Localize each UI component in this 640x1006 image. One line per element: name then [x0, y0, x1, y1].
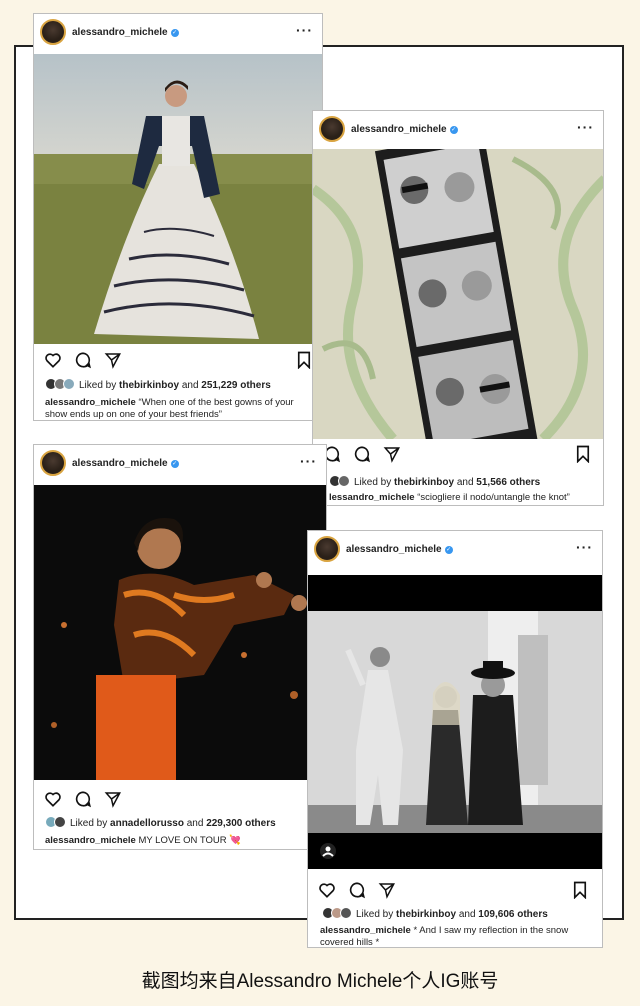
post-card-1: alessandro_michele ✓ ··· Liked by thebirk… — [33, 13, 323, 421]
share-icon[interactable] — [383, 445, 401, 463]
post-photo[interactable] — [313, 132, 603, 467]
more-options-icon[interactable]: ··· — [300, 453, 317, 469]
username[interactable]: alessandro_michele ✓ — [72, 458, 179, 469]
bookmark-icon[interactable] — [575, 445, 591, 463]
action-bar — [308, 878, 602, 904]
likes-count[interactable]: 229,300 others — [206, 818, 276, 829]
avatar[interactable] — [40, 450, 66, 476]
likes-count[interactable]: 251,229 others — [201, 380, 271, 391]
caption-username[interactable]: lessandro_michele — [329, 492, 415, 503]
post-card-4: alessandro_michele ✓ ··· Liked by thebir… — [307, 530, 603, 948]
more-options-icon[interactable]: ··· — [577, 119, 594, 135]
comment-icon[interactable] — [74, 790, 92, 808]
verified-badge-icon: ✓ — [449, 126, 458, 134]
liked-by-user[interactable]: thebirkinboy — [394, 477, 454, 488]
post-header: alessandro_michele ✓ ··· — [313, 111, 603, 149]
liker-avatars — [329, 475, 350, 490]
likes-line: Liked by thebirkinboy and 109,606 others — [322, 907, 548, 922]
likes-line: Liked by thebirkinboy and 251,229 others — [45, 378, 271, 393]
likes-line: Liked by annadellorusso and 229,300 othe… — [45, 816, 276, 831]
caption-username[interactable]: alessandro_michele — [320, 925, 411, 936]
heart-icon[interactable] — [44, 351, 62, 369]
comment-icon[interactable] — [348, 881, 366, 899]
avatar[interactable] — [40, 19, 66, 45]
heart-icon[interactable] — [44, 790, 62, 808]
liked-by-user[interactable]: thebirkinboy — [119, 380, 179, 391]
liked-by-user[interactable]: annadellorusso — [110, 818, 184, 829]
share-icon[interactable] — [104, 790, 122, 808]
caption-username[interactable]: alessandro_michele — [45, 835, 136, 846]
comment-icon[interactable] — [353, 445, 371, 463]
post-header: alessandro_michele ✓ ··· — [34, 14, 322, 52]
page: { "posts": [ { "username": "alessandro_m… — [0, 0, 640, 1006]
avatar[interactable] — [319, 116, 345, 142]
more-options-icon[interactable]: ··· — [576, 539, 593, 555]
post-header: alessandro_michele ✓ ··· — [34, 445, 326, 483]
caption-username[interactable]: alessandro_michele — [45, 397, 136, 408]
post-caption: alessandro_michele MY LOVE ON TOUR 💘 — [45, 835, 242, 846]
post-photo[interactable] — [34, 54, 322, 344]
post-photo[interactable] — [308, 575, 602, 869]
post-caption: alessandro_michele “When one of the best… — [45, 397, 294, 420]
comment-icon[interactable] — [74, 351, 92, 369]
post-header: alessandro_michele ✓ ··· — [308, 531, 602, 569]
action-bar — [313, 442, 603, 468]
heart-icon[interactable] — [318, 881, 336, 899]
action-bar — [34, 348, 322, 374]
likes-count[interactable]: 109,606 others — [478, 909, 548, 920]
likes-line: Liked by thebirkinboy and 51,566 others — [329, 475, 540, 490]
liker-avatars — [45, 378, 75, 393]
avatar[interactable] — [314, 536, 340, 562]
post-card-3: alessandro_michele ✓ ··· Liked by annadel… — [33, 444, 327, 850]
liker-avatars — [45, 816, 66, 831]
post-caption: lessandro_michele “sciogliere il nodo/un… — [329, 492, 570, 503]
likes-count[interactable]: 51,566 others — [476, 477, 540, 488]
action-bar — [34, 787, 326, 813]
liked-by-user[interactable]: thebirkinboy — [396, 909, 456, 920]
footer-caption: 截图均来自Alessandro Michele个人IG账号 — [141, 971, 499, 992]
verified-badge-icon: ✓ — [444, 546, 453, 554]
username[interactable]: alessandro_michele ✓ — [351, 124, 458, 135]
post-photo[interactable] — [34, 485, 326, 780]
share-icon[interactable] — [378, 881, 396, 899]
more-options-icon[interactable]: ··· — [296, 22, 313, 38]
bookmark-icon[interactable] — [572, 881, 588, 899]
liker-avatars — [322, 907, 352, 922]
post-caption: alessandro_michele * And I saw my reflec… — [320, 925, 569, 948]
verified-badge-icon: ✓ — [170, 29, 179, 37]
username[interactable]: alessandro_michele ✓ — [346, 544, 453, 555]
share-icon[interactable] — [104, 351, 122, 369]
username[interactable]: alessandro_michele ✓ — [72, 27, 179, 38]
bookmark-icon[interactable] — [296, 351, 312, 369]
post-card-2: alessandro_michele ✓ ··· Liked by thebir… — [312, 110, 604, 506]
verified-badge-icon: ✓ — [170, 460, 179, 468]
